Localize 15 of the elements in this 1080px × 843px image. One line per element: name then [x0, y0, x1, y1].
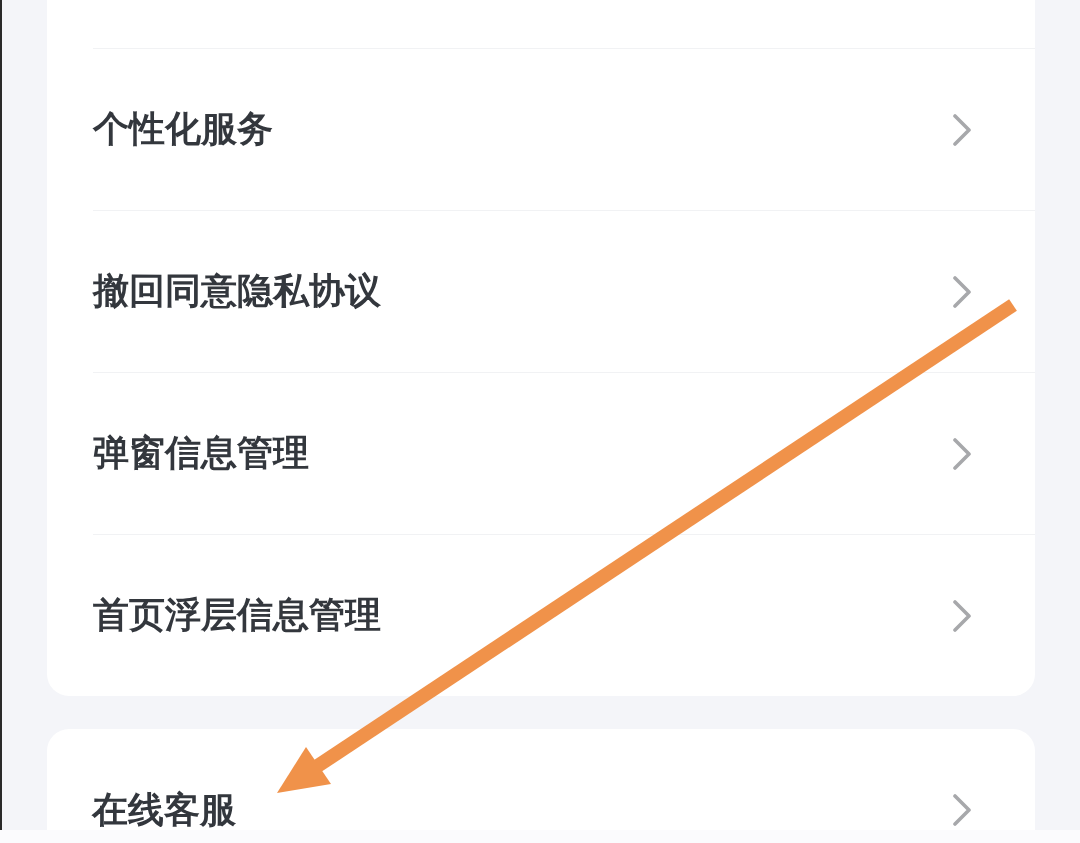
settings-item[interactable]: 在线客服	[47, 729, 1035, 830]
item-label: 个性化服务	[93, 107, 273, 151]
settings-item[interactable]: 弹窗信息管理	[93, 372, 1035, 534]
item-label: 弹窗信息管理	[93, 431, 309, 475]
settings-item[interactable]: 首页浮层信息管理	[93, 534, 1035, 696]
settings-item[interactable]: 撤回同意隐私协议	[93, 210, 1035, 372]
chevron-right-icon	[952, 599, 972, 632]
chevron-right-icon	[952, 437, 972, 470]
chevron-right-icon	[952, 794, 972, 826]
chevron-right-icon	[952, 275, 972, 308]
item-label: 在线客服	[92, 787, 236, 830]
item-label: 首页浮层信息管理	[93, 593, 381, 637]
chevron-right-icon	[952, 113, 972, 146]
settings-item[interactable]: 个性化服务	[93, 48, 1035, 210]
item-label: 撤回同意隐私协议	[93, 269, 381, 313]
